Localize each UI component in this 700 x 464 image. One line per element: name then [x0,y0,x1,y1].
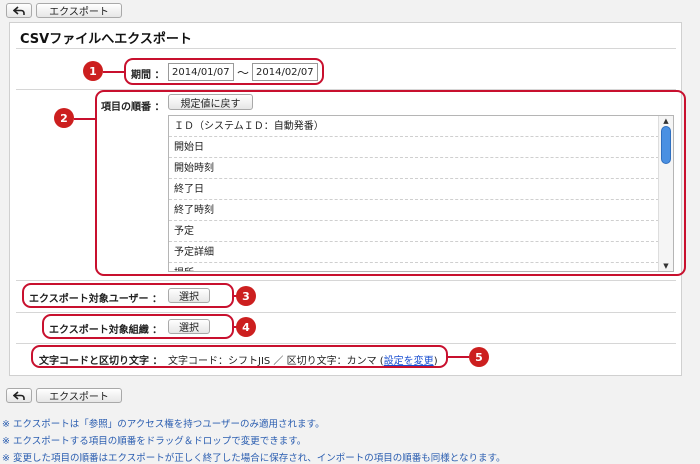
callout-badge-1: 1 [83,61,103,81]
back-arrow-icon [13,5,25,15]
scroll-down-icon[interactable]: ▼ [659,261,673,271]
encoding-value: 文字コード：シフトJIS ／ 区切り文字：カンマ (設定を変更) [168,356,438,367]
reset-default-button[interactable]: 規定値に戻す [168,94,253,110]
divider [16,343,676,344]
callout-connector-1 [103,71,125,73]
callout-badge-3: 3 [236,286,256,306]
encoding-label: 文字コードと区切り文字 ： [39,356,163,367]
callout-badge-4: 4 [236,317,256,337]
list-item[interactable]: 終了時刻 [169,200,659,221]
divider [16,312,676,313]
export-button-bottom[interactable]: エクスポート [36,388,122,403]
order-label: 項目の順番 ： [101,102,165,113]
callout-badge-5: 5 [469,347,489,367]
field-order-list[interactable]: ＩＤ（システムＩＤ：自動発番） 開始日 開始時刻 終了日 終了時刻 予定 予定詳… [168,115,674,272]
change-settings-link[interactable]: 設定を変更 [384,356,434,367]
note-line: ※ 変更した項目の順番はエクスポートが正しく終了した場合に保存され、インポートの… [2,453,506,464]
back-button[interactable] [6,3,32,18]
page-title: CSVファイルへエクスポート [20,32,192,47]
period-label: 期間 ： [131,70,165,81]
select-orgs-button[interactable]: 選択 [168,319,210,334]
select-users-button[interactable]: 選択 [168,288,210,303]
period-from-input[interactable] [168,63,234,81]
note-line: ※ エクスポートは「参照」のアクセス権を持つユーザーのみ適用されます。 [2,419,325,430]
list-item[interactable]: 場所 [169,263,659,271]
callout-connector-2 [74,118,96,120]
list-item[interactable]: ＩＤ（システムＩＤ：自動発番） [169,116,659,137]
export-button[interactable]: エクスポート [36,3,122,18]
scroll-up-icon[interactable]: ▲ [659,116,673,126]
callout-badge-2: 2 [54,108,74,128]
callout-connector-5 [447,356,469,358]
back-button-bottom[interactable] [6,388,32,403]
divider [16,280,676,281]
list-item[interactable]: 終了日 [169,179,659,200]
divider [16,48,676,49]
period-separator: 〜 [237,66,250,80]
period-to-input[interactable] [252,63,318,81]
list-item[interactable]: 予定 [169,221,659,242]
list-item[interactable]: 開始時刻 [169,158,659,179]
scroll-thumb[interactable] [661,126,671,164]
list-item[interactable]: 開始日 [169,137,659,158]
back-arrow-icon [13,390,25,400]
list-item[interactable]: 予定詳細 [169,242,659,263]
note-line: ※ エクスポートする項目の順番をドラッグ＆ドロップで変更できます。 [2,436,307,447]
list-scrollbar[interactable]: ▲ ▼ [658,116,673,271]
target-orgs-label: エクスポート対象組織 ： [49,325,163,336]
target-users-label: エクスポート対象ユーザー ： [29,294,162,305]
